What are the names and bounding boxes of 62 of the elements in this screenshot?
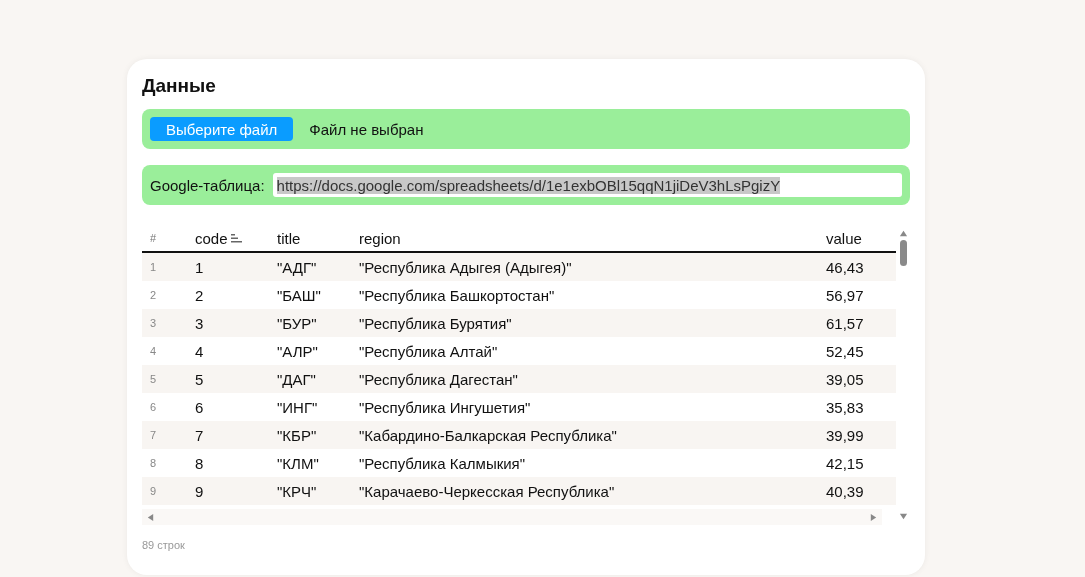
column-header[interactable]: region (351, 229, 818, 247)
table-cell-text: "Республика Калмыкия" (358, 454, 527, 472)
scroll-right-icon[interactable] (869, 512, 878, 522)
row-number: 8 (149, 457, 158, 469)
scrollbar-thumb[interactable] (899, 240, 907, 266)
table-cell-text: 56,97 (825, 286, 865, 304)
table-cell-text: "Республика Башкортостан" (358, 286, 556, 304)
row-number: 3 (149, 317, 158, 329)
row-number: 7 (149, 429, 158, 441)
column-header[interactable]: # (142, 232, 187, 244)
table-cell-text: "АЛР" (276, 342, 319, 360)
table-cell-text: "Республика Бурятия" (358, 314, 513, 332)
table-cell-text: "Республика Алтай" (358, 342, 499, 360)
table-cell-text: "КРЧ" (276, 482, 318, 500)
table-cell-text: "Карачаево-Черкесская Республика" (358, 482, 616, 500)
table-cell-text: 52,45 (825, 342, 865, 360)
table-cell-text: 3 (194, 314, 205, 332)
file-status: Файл не выбран (309, 120, 424, 138)
table-cell-text: "БУР" (276, 314, 318, 332)
row-number: 5 (149, 373, 158, 385)
table-cell-text: 5 (194, 370, 205, 388)
table-cell-text: "АДГ" (276, 258, 318, 276)
row-number: 9 (149, 485, 158, 497)
table-cell-text: 39,05 (825, 370, 865, 388)
table-cell-text: "Кабардино-Балкарская Республика" (358, 426, 618, 444)
table-cell-text: 35,83 (825, 398, 865, 416)
horizontal-scrollbar[interactable] (142, 509, 882, 525)
row-number: 1 (149, 261, 158, 273)
table-cell-text: 7 (194, 426, 205, 444)
row-count: 89 строк (142, 539, 186, 551)
google-sheet-label: Google-таблица: (150, 176, 265, 194)
table-cell-text: 8 (194, 454, 205, 472)
table-cell-text: 6 (194, 398, 205, 416)
table-cell-text: 40,39 (825, 482, 865, 500)
table-cell-text: "Республика Адыгея (Адыгея)" (358, 258, 573, 276)
sort-icon (230, 233, 242, 243)
scroll-down-icon[interactable] (898, 512, 908, 521)
table-cell-text: 2 (194, 286, 205, 304)
table-cell-text: 4 (194, 342, 205, 360)
table-cell-text: 9 (194, 482, 205, 500)
table-cell-text: 1 (194, 258, 205, 276)
table-cell-text: "КЛМ" (276, 454, 320, 472)
table-cell-text: 39,99 (825, 426, 865, 444)
column-header[interactable]: code (187, 229, 269, 247)
table-cell-text: 42,15 (825, 454, 865, 472)
table-cell-text: "КБР" (276, 426, 318, 444)
section-title: Данные (142, 75, 217, 97)
table-cell-text: 46,43 (825, 258, 865, 276)
scroll-up-icon[interactable] (898, 229, 908, 238)
table-cell-text: "БАШ" (276, 286, 322, 304)
row-number: 2 (149, 289, 158, 301)
table-cell-text: "ДАГ" (276, 370, 317, 388)
table-cell-text: 61,57 (825, 314, 865, 332)
table-cell-text: "Республика Дагестан" (358, 370, 519, 388)
table-cell-text: "Республика Ингушетия" (358, 398, 532, 416)
row-number: 4 (149, 345, 158, 357)
scroll-left-icon[interactable] (146, 512, 155, 522)
table-cell-text: "ИНГ" (276, 398, 319, 416)
column-header[interactable]: value (818, 229, 895, 247)
row-number: 6 (149, 401, 158, 413)
column-header[interactable]: title (269, 229, 351, 247)
url-field[interactable]: https://docs.google.com/spreadsheets/d/1e1exbOBl15qqN1jiDeV3hLsPgizY (272, 173, 902, 197)
